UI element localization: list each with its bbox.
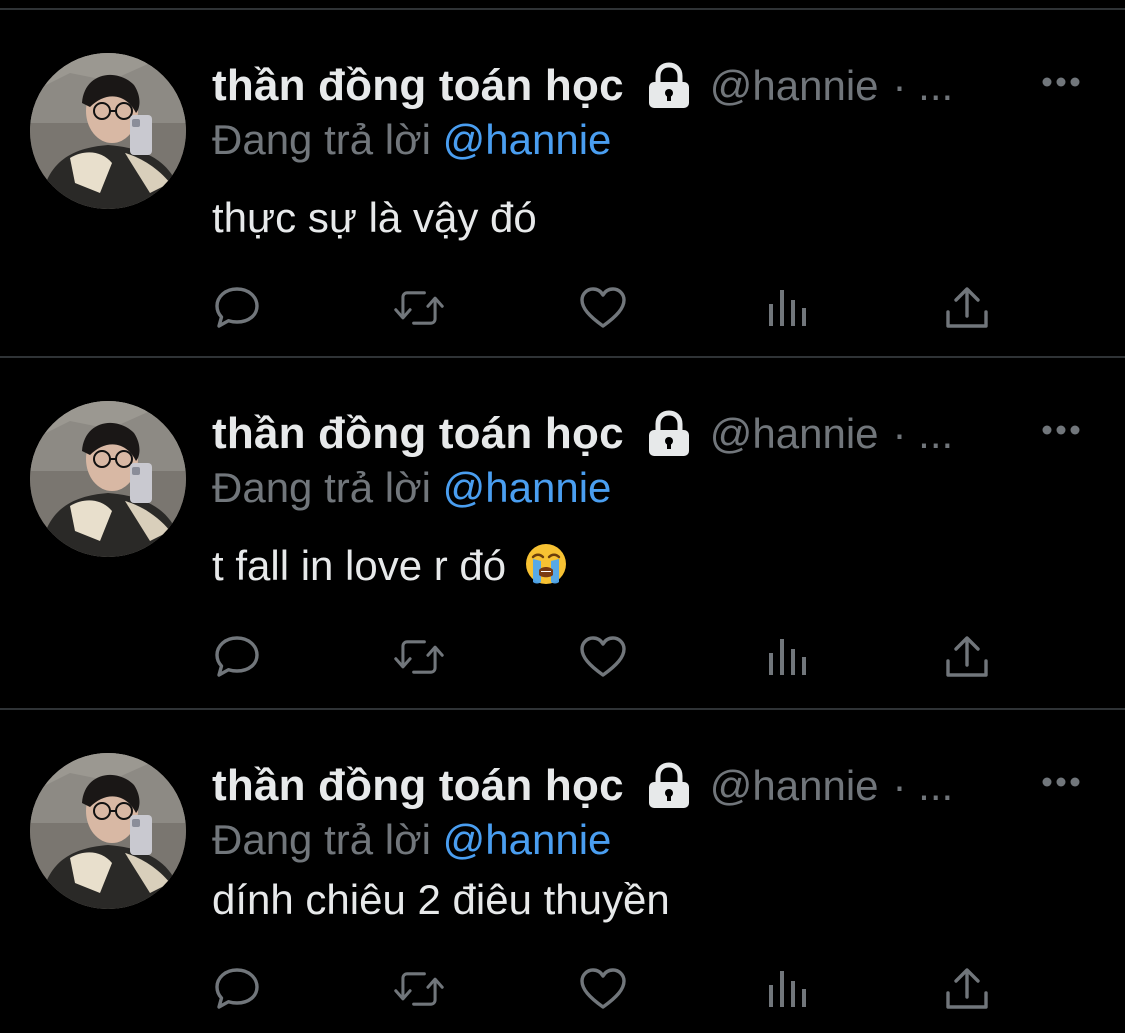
reply-button[interactable]	[212, 632, 262, 682]
reply-prefix: Đang trả lời	[212, 116, 431, 163]
reply-context: Đang trả lời @hannie	[212, 464, 611, 512]
tweet[interactable]: thần đồng toán học @hannie · ... Đang tr…	[0, 712, 1125, 1033]
reply-mention-link[interactable]: @hannie	[443, 464, 612, 511]
share-upload-icon	[946, 968, 988, 1009]
action-bar	[212, 632, 992, 682]
heart-icon	[580, 287, 626, 328]
display-name[interactable]: thần đồng toán học	[212, 409, 624, 459]
more-options-icon[interactable]	[1041, 72, 1081, 92]
retweet-icon	[394, 972, 444, 1006]
tweet-header: thần đồng toán học @hannie · ...	[212, 58, 953, 114]
lock-icon	[646, 410, 692, 458]
views-bar-icon	[769, 639, 806, 675]
share-button[interactable]	[942, 632, 992, 682]
action-bar	[212, 964, 992, 1014]
share-button[interactable]	[942, 964, 992, 1014]
tweet-header: thần đồng toán học @hannie · ...	[212, 758, 953, 814]
tweet-header: thần đồng toán học @hannie · ...	[212, 406, 953, 462]
retweet-button[interactable]	[394, 632, 444, 682]
tweet-text-content: t fall in love r đó	[212, 542, 507, 589]
views-bar-icon	[769, 971, 806, 1007]
views-button[interactable]	[762, 632, 812, 682]
share-upload-icon	[946, 636, 988, 677]
handle[interactable]: @hannie	[710, 762, 879, 810]
loudly-crying-face-icon	[524, 542, 568, 586]
reply-mention-link[interactable]: @hannie	[443, 116, 612, 163]
like-button[interactable]	[578, 283, 628, 333]
more-options-icon[interactable]	[1041, 420, 1081, 440]
display-name[interactable]: thần đồng toán học	[212, 761, 624, 811]
reply-context: Đang trả lời @hannie	[212, 116, 611, 164]
tweet-text: thực sự là vậy đó	[212, 194, 537, 242]
retweet-button[interactable]	[394, 283, 444, 333]
tweet-text: t fall in love r đó	[212, 542, 568, 590]
handle-suffix: · ...	[892, 410, 954, 457]
views-bar-icon	[769, 290, 806, 326]
lock-icon	[646, 762, 692, 810]
reply-context: Đang trả lời @hannie	[212, 816, 611, 864]
reply-button[interactable]	[212, 964, 262, 1014]
tweet-text-content: thực sự là vậy đó	[212, 194, 537, 241]
share-upload-icon	[946, 287, 988, 328]
like-button[interactable]	[578, 632, 628, 682]
tweet[interactable]: thần đồng toán học @hannie · ... Đang tr…	[0, 360, 1125, 710]
handle[interactable]: @hannie	[710, 410, 879, 458]
avatar[interactable]	[30, 753, 186, 909]
tweet-text: dính chiêu 2 điêu thuyền	[212, 876, 670, 924]
tweet[interactable]: thần đồng toán học @hannie · ... Đang tr…	[0, 12, 1125, 358]
like-button[interactable]	[578, 964, 628, 1014]
display-name[interactable]: thần đồng toán học	[212, 61, 624, 111]
views-button[interactable]	[762, 283, 812, 333]
action-bar	[212, 283, 992, 333]
handle[interactable]: @hannie	[710, 62, 879, 110]
more-options-icon[interactable]	[1041, 772, 1081, 792]
reply-bubble-icon	[215, 636, 259, 677]
lock-icon	[646, 62, 692, 110]
retweet-icon	[394, 291, 444, 325]
reply-prefix: Đang trả lời	[212, 816, 431, 863]
heart-icon	[580, 636, 626, 677]
handle-suffix: · ...	[892, 62, 954, 109]
retweet-icon	[394, 640, 444, 674]
heart-icon	[580, 968, 626, 1009]
reply-mention-link[interactable]: @hannie	[443, 816, 612, 863]
avatar[interactable]	[30, 401, 186, 557]
avatar[interactable]	[30, 53, 186, 209]
reply-bubble-icon	[215, 287, 259, 328]
share-button[interactable]	[942, 283, 992, 333]
top-divider	[0, 0, 1125, 10]
reply-button[interactable]	[212, 283, 262, 333]
reply-bubble-icon	[215, 968, 259, 1009]
retweet-button[interactable]	[394, 964, 444, 1014]
reply-prefix: Đang trả lời	[212, 464, 431, 511]
tweet-text-content: dính chiêu 2 điêu thuyền	[212, 876, 670, 923]
handle-suffix: · ...	[892, 762, 954, 809]
views-button[interactable]	[762, 964, 812, 1014]
